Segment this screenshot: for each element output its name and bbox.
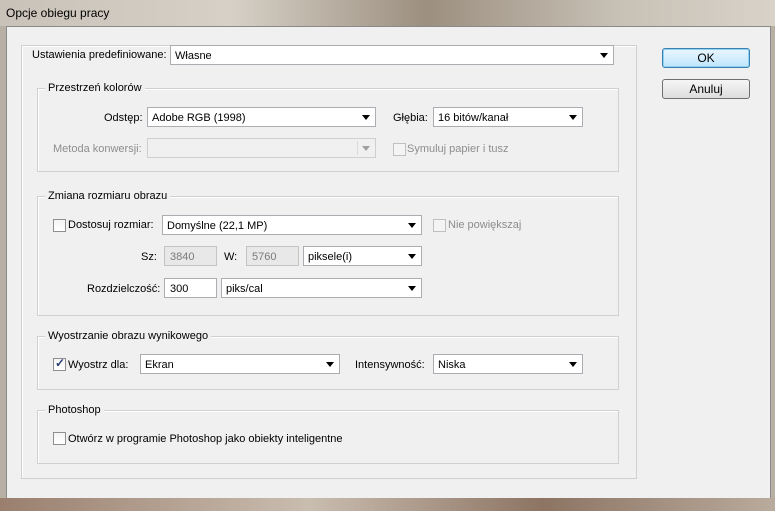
chevron-down-icon (600, 53, 608, 58)
color-space-legend: Przestrzeń kolorów (45, 82, 145, 94)
depth-value: 16 bitów/kanał (438, 112, 509, 124)
height-label: W: (224, 251, 238, 263)
color-space-dropdown[interactable]: Adobe RGB (1998) (147, 107, 376, 127)
smart-objects-label: Otwórz w programie Photoshop jako obiekt… (68, 433, 343, 445)
amount-value: Niska (438, 359, 466, 371)
width-label: Sz: (141, 251, 157, 263)
combo-separator (357, 141, 358, 155)
smart-objects-checkbox[interactable] (53, 432, 66, 445)
method-dropdown[interactable] (147, 138, 376, 158)
sharpen-checkbox[interactable]: ✓ (53, 356, 66, 371)
amount-dropdown[interactable]: Niska (433, 354, 583, 374)
sharpen-label: Wyostrz dla: (68, 359, 129, 371)
chevron-down-icon (408, 223, 416, 228)
chevron-down-icon (326, 362, 334, 367)
cancel-button[interactable]: Anuluj (662, 79, 750, 99)
fit-size-label: Dostosuj rozmiar: (68, 219, 154, 231)
sharpen-dropdown[interactable]: Ekran (140, 354, 340, 374)
width-value: 3840 (170, 251, 195, 263)
resolution-value: 300 (170, 283, 189, 295)
ok-button[interactable]: OK (662, 48, 750, 68)
color-space-group (37, 88, 619, 172)
no-enlarge-label: Nie powiększaj (448, 219, 522, 231)
chevron-down-icon (569, 362, 577, 367)
fit-size-dropdown[interactable]: Domyślne (22,1 MP) (162, 215, 422, 235)
simulate-paper-label: Symuluj papier i tusz (407, 143, 509, 155)
unit-value: piksele(i) (308, 251, 353, 263)
background-strip (0, 498, 775, 511)
resolution-unit-dropdown[interactable]: piks/cal (221, 278, 422, 298)
fit-size-value: Domyślne (22,1 MP) (167, 220, 268, 232)
simulate-paper-checkbox[interactable] (393, 143, 406, 156)
sharpen-value: Ekran (145, 359, 174, 371)
window-title: Opcje obiegu pracy (6, 6, 110, 20)
title-bar[interactable]: Opcje obiegu pracy (0, 0, 775, 26)
resolution-unit-value: piks/cal (226, 283, 263, 295)
width-input[interactable]: 3840 (164, 246, 217, 266)
preset-label: Ustawienia predefiniowane: (30, 48, 169, 62)
chevron-down-icon (408, 286, 416, 291)
method-label: Metoda konwersji: (53, 143, 142, 155)
sharpen-legend: Wyostrzanie obrazu wynikowego (45, 330, 212, 342)
resize-legend: Zmiana rozmiaru obrazu (45, 190, 171, 202)
amount-label: Intensywność: (355, 359, 425, 371)
unit-dropdown[interactable]: piksele(i) (303, 246, 422, 266)
no-enlarge-checkbox[interactable] (433, 219, 446, 232)
fit-size-checkbox[interactable] (53, 219, 66, 232)
chevron-down-icon (408, 254, 416, 259)
height-input[interactable]: 5760 (246, 246, 299, 266)
preset-value: Własne (175, 50, 212, 62)
preset-dropdown[interactable]: Własne (170, 45, 614, 65)
depth-label: Głębia: (393, 112, 428, 124)
checkmark-icon: ✓ (55, 356, 66, 370)
depth-dropdown[interactable]: 16 bitów/kanał (433, 107, 583, 127)
color-space-value: Adobe RGB (1998) (152, 112, 246, 124)
height-value: 5760 (252, 251, 277, 263)
resolution-label: Rozdzielczość: (87, 283, 161, 295)
space-label: Odstęp: (104, 112, 143, 124)
chevron-down-icon (362, 115, 370, 120)
resolution-input[interactable]: 300 (164, 278, 217, 298)
chevron-down-icon (569, 115, 577, 120)
photoshop-legend: Photoshop (45, 404, 104, 416)
chevron-down-icon (362, 146, 370, 151)
